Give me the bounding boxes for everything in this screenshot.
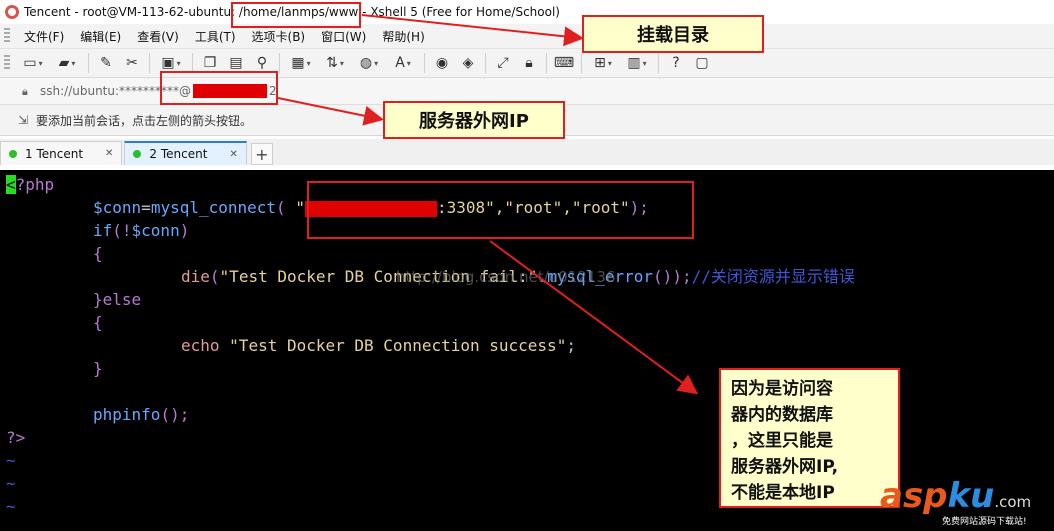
xmanager-icon[interactable]: ◈ [457,52,479,74]
xshell-app-icon [5,5,19,19]
highlight-connect-box [307,181,694,239]
layout-icon[interactable]: ▥ [622,52,652,74]
callout-server-ip: 服务器外网IP [383,101,565,139]
disconnect-icon[interactable]: ✂ [121,52,143,74]
tab-tencent-2[interactable]: 2 Tencent ✕ [124,141,247,165]
toolbar-separator [658,53,659,73]
add-tab-icon[interactable]: ⊞ [588,52,618,74]
highlight-ip-box [160,71,278,105]
tab-label: 2 Tencent [149,147,208,161]
print-icon[interactable]: ▦ [286,52,316,74]
callout-explanation: 因为是访问容 器内的数据库 ，这里只能是 服务器外网IP, 不能是本地IP [719,368,900,508]
keyboard-icon[interactable]: ⌨ [553,52,575,74]
chat-icon[interactable]: ▢ [691,52,713,74]
globe-icon[interactable]: ◍ [354,52,384,74]
aspku-logo: aspku.com 免费网站源码下载站! [880,476,1032,527]
callout-mount-dir: 挂载目录 [582,15,764,53]
code-line: phpinfo(); [93,405,190,424]
session-tab-bar: 1 Tencent ✕ 2 Tencent ✕ + [0,139,1054,165]
close-icon[interactable]: ✕ [229,149,237,160]
toolbar-grip [4,28,10,44]
menu-view[interactable]: 查看(V) [129,28,187,45]
arrow-session-icon[interactable]: ⇲ [18,113,32,127]
font-icon[interactable]: A [388,52,418,74]
toolbar-separator [546,53,547,73]
code-line: echo "Test Docker DB Connection success"… [181,336,576,355]
highlight-path-box [231,2,361,28]
toolbar-separator [88,53,89,73]
lock-icon: 🔒︎ [22,85,28,98]
code-line: { [93,244,103,263]
close-icon[interactable]: ✕ [105,148,113,159]
connected-dot-icon [9,149,17,158]
menu-bar: 文件(F) 编辑(E) 查看(V) 工具(T) 选项卡(B) 窗口(W) 帮助(… [0,24,1054,49]
menu-help[interactable]: 帮助(H) [374,28,432,45]
terminal-cursor: < [6,175,16,194]
xftp-icon[interactable]: ◉ [431,52,453,74]
connected-dot-icon [133,150,142,158]
menu-file[interactable]: 文件(F) [16,28,72,45]
menu-window[interactable]: 窗口(W) [313,28,374,45]
code-line: } [93,359,103,378]
code-line: }else [93,290,142,309]
fullscreen-icon[interactable]: ⤢ [492,52,514,74]
toolbar-separator [149,53,150,73]
toolbar-separator [279,53,280,73]
window-titlebar: Tencent - root@VM-113-62-ubuntu: /home/l… [0,0,1054,24]
empty-line-marker: ~ [6,474,16,493]
code-line: if(!$conn) [93,221,190,240]
tab-tencent-1[interactable]: 1 Tencent ✕ [0,141,123,165]
toolbar-grip [4,55,10,71]
csdn-watermark: http://blog.csdn.net/u012136 [396,268,616,286]
toolbar-separator [424,53,425,73]
menu-edit[interactable]: 编辑(E) [72,28,129,45]
open-folder-icon[interactable]: ▰ [52,52,82,74]
code-line: ?> [6,428,26,447]
empty-line-marker: ~ [6,497,16,516]
empty-line-marker: ~ [6,451,16,470]
lock-icon[interactable]: 🔒︎ [518,52,540,74]
toolbar-separator [192,53,193,73]
help-icon[interactable]: ? [665,52,687,74]
menu-tabs[interactable]: 选项卡(B) [244,28,314,45]
add-tab-button[interactable]: + [250,143,273,165]
new-session-icon[interactable]: ▭ [18,52,48,74]
toolbar-separator [581,53,582,73]
toolbar-separator [485,53,486,73]
code-line: { [93,313,103,332]
transfer-icon[interactable]: ⇅ [320,52,350,74]
code-line: <?php [6,175,55,194]
reconnect-icon[interactable]: ✎ [95,52,117,74]
session-hint-text: 要添加当前会话，点击左侧的箭头按钮。 [36,113,253,128]
main-toolbar: ▭ ▰ ✎ ✂ ▣ ❐ ▤ ⚲ ▦ ⇅ ◍ A ◉ ◈ ⤢ 🔒︎ ⌨ ⊞ ▥ ?… [0,49,1054,78]
menu-tools[interactable]: 工具(T) [187,28,244,45]
tab-label: 1 Tencent [25,146,84,161]
